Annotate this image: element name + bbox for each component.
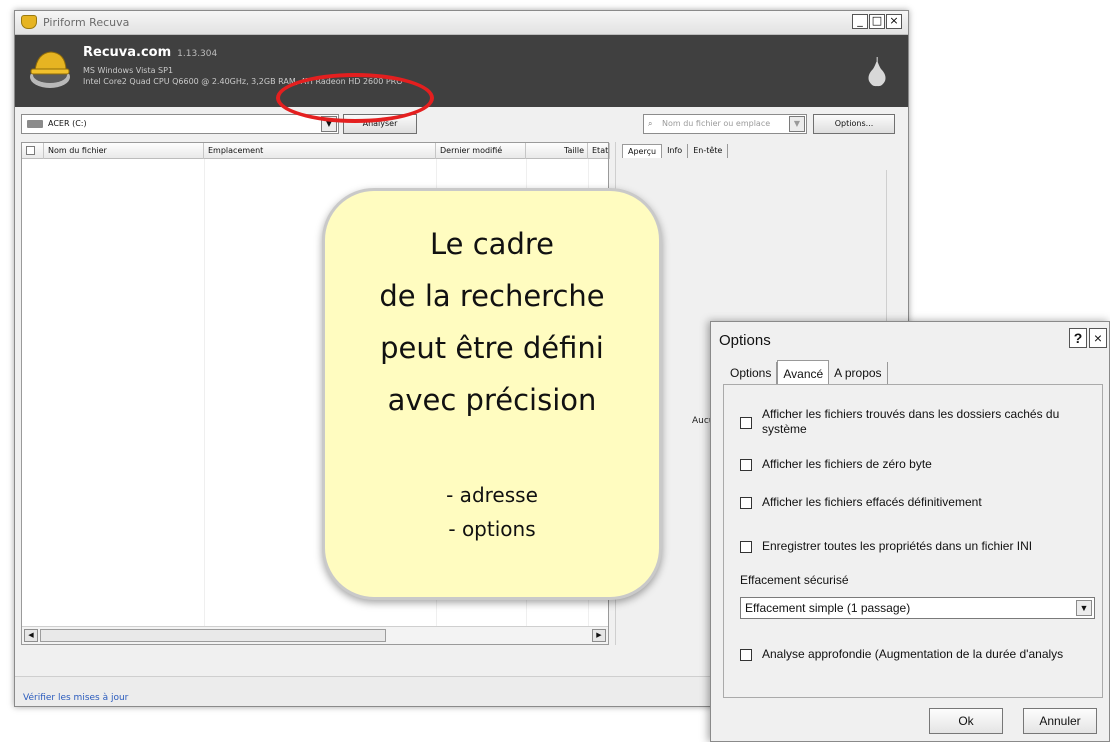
column-last-modified[interactable]: Dernier modifié <box>436 143 526 159</box>
secure-delete-select[interactable]: Effacement simple (1 passage) ▼ <box>740 597 1095 619</box>
checkbox[interactable] <box>740 541 752 553</box>
filter-placeholder: Nom du fichier ou emplace <box>662 119 771 128</box>
option-save-ini[interactable]: Enregistrer toutes les propriétés dans u… <box>740 539 1090 557</box>
option-zero-byte[interactable]: Afficher les fichiers de zéro byte <box>740 457 1090 475</box>
secure-delete-value: Effacement simple (1 passage) <box>745 601 911 615</box>
checkbox[interactable] <box>740 649 752 661</box>
recuva-hardhat-logo-icon <box>30 51 70 88</box>
column-size[interactable]: Taille <box>526 143 588 159</box>
scrollbar-thumb[interactable] <box>40 629 386 642</box>
callout-bullet: - options <box>448 517 536 541</box>
callout-line: Le cadre <box>430 227 554 261</box>
checkbox-label: Afficher les fichiers de zéro byte <box>762 457 932 471</box>
callout-line: avec précision <box>387 383 597 417</box>
header-banner: Recuva.com 1.13.304 MS Windows Vista SP1 … <box>15 35 908 107</box>
scroll-left-icon[interactable]: ◀ <box>24 629 38 642</box>
tab-about[interactable]: A propos <box>829 362 888 386</box>
drive-select[interactable]: ACER (C:) ▼ <box>21 114 339 134</box>
window-title: Piriform Recuva <box>43 16 130 29</box>
help-button[interactable]: ? <box>1069 328 1087 348</box>
callout-line: peut être défini <box>380 331 604 365</box>
checkbox[interactable] <box>740 417 752 429</box>
options-button[interactable]: Options... <box>813 114 895 134</box>
select-all-column <box>22 143 44 159</box>
option-deep-scan[interactable]: Analyse approfondie (Augmentation de la … <box>740 647 1098 665</box>
chevron-down-icon[interactable]: ▼ <box>1076 600 1092 616</box>
dialog-close-button[interactable]: × <box>1089 328 1107 348</box>
secure-delete-label: Effacement sécurisé <box>740 573 849 587</box>
table-header: Nom du fichier Emplacement Dernier modif… <box>22 143 610 159</box>
checkbox-label: Afficher les fichiers effacés définitive… <box>762 495 982 509</box>
checkbox[interactable] <box>740 497 752 509</box>
column-filename[interactable]: Nom du fichier <box>44 143 204 159</box>
advanced-panel: Afficher les fichiers trouvés dans les d… <box>723 384 1103 698</box>
callout-bullet: - adresse <box>446 483 538 507</box>
checkbox[interactable] <box>740 459 752 471</box>
title-bar: Piriform Recuva _ □ × <box>15 11 908 35</box>
cancel-button[interactable]: Annuler <box>1023 708 1097 734</box>
ok-button[interactable]: Ok <box>929 708 1003 734</box>
check-updates-link[interactable]: Vérifier les mises à jour <box>23 693 128 703</box>
checkbox-label: Enregistrer toutes les propriétés dans u… <box>762 539 1033 553</box>
dialog-tabs: Options Avancé A propos <box>725 360 888 386</box>
version-number: 1.13.304 <box>177 49 218 59</box>
filename-filter-select[interactable]: ⌕ Nom du fichier ou emplace ▼ <box>643 114 807 134</box>
tab-info[interactable]: Info <box>662 144 689 158</box>
hard-drive-icon <box>27 120 43 128</box>
drive-value: ACER (C:) <box>48 119 87 128</box>
options-dialog: Options ? × Options Avancé A propos Affi… <box>710 321 1110 742</box>
recuva-app-icon <box>21 15 37 29</box>
checkbox-label: Afficher les fichiers trouvés dans les d… <box>762 407 1060 436</box>
brand-name: Recuva.com 1.13.304 <box>83 45 218 60</box>
highlight-ring-annotation <box>276 73 434 123</box>
callout-line: de la recherche <box>379 279 605 313</box>
tab-preview[interactable]: Aperçu <box>622 144 663 158</box>
tab-options[interactable]: Options <box>725 362 778 386</box>
close-button[interactable]: × <box>886 14 902 29</box>
window-controls: _ □ × <box>852 14 902 29</box>
minimize-button[interactable]: _ <box>852 14 868 29</box>
tab-advanced[interactable]: Avancé <box>777 360 830 386</box>
horizontal-scrollbar[interactable]: ◀ ▶ <box>22 626 608 644</box>
piriform-pear-icon <box>868 57 886 87</box>
toolbar: ACER (C:) ▼ Analyser ⌕ Nom du fichier ou… <box>15 107 908 143</box>
annotation-callout: Le cadre de la recherche peut être défin… <box>322 188 662 600</box>
maximize-button[interactable]: □ <box>869 14 885 29</box>
search-icon: ⌕ <box>648 119 653 128</box>
chevron-down-icon[interactable]: ▼ <box>789 116 805 132</box>
option-securely-deleted[interactable]: Afficher les fichiers effacés définitive… <box>740 495 1090 513</box>
column-location[interactable]: Emplacement <box>204 143 436 159</box>
scroll-right-icon[interactable]: ▶ <box>592 629 606 642</box>
column-state[interactable]: Etat <box>588 143 610 159</box>
option-hidden-folders[interactable]: Afficher les fichiers trouvés dans les d… <box>740 407 1090 441</box>
tab-header[interactable]: En-tête <box>688 144 729 158</box>
select-all-checkbox[interactable] <box>26 146 35 155</box>
preview-tabs: Aperçu Info En-tête <box>622 144 729 158</box>
checkbox-label: Analyse approfondie (Augmentation de la … <box>762 647 1064 661</box>
dialog-title: Options <box>719 332 771 349</box>
